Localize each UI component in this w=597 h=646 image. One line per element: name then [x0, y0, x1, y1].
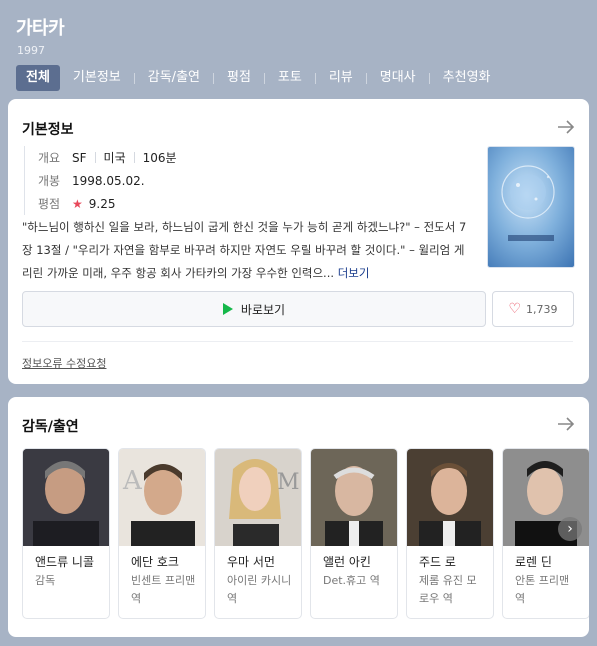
- person-name: 에단 호크: [131, 555, 179, 569]
- movie-poster[interactable]: [487, 146, 575, 268]
- tab-quotes[interactable]: 명대사: [380, 65, 416, 91]
- rating-row: 평점 ★ 9.25: [38, 192, 177, 215]
- tab-divider: [314, 72, 316, 84]
- tab-divider: [365, 72, 367, 84]
- cast-title: 감독/출연: [22, 419, 79, 435]
- tab-rating[interactable]: 평점: [227, 65, 251, 91]
- person-role: 안톤 프리맨 역: [515, 574, 570, 605]
- person-photo: [311, 449, 397, 546]
- watch-label: 바로보기: [240, 302, 286, 317]
- cast-item[interactable]: A 에단 호크 빈센트 프리맨 역: [118, 448, 206, 619]
- person-name: 앨런 아킨: [323, 555, 371, 569]
- person-photo: [23, 449, 109, 546]
- tab-basic-info[interactable]: 기본정보: [73, 65, 121, 91]
- description-text: "하느님이 행하신 일을 보라, 하느님이 굽게 한신 것을 누가 능히 곧게 …: [22, 220, 467, 280]
- card-divider: [22, 341, 573, 342]
- more-link[interactable]: 더보기: [338, 266, 370, 280]
- release-label: 개봉: [38, 174, 61, 188]
- person-role: Det.휴고 역: [323, 574, 380, 587]
- release-row: 개봉 1998.05.02.: [38, 169, 177, 192]
- cast-list: 앤드류 니콜 감독 A 에단 호크 빈센트 프리맨 역 M 우마 서먼 아이린 …: [22, 448, 589, 620]
- person-role: 아이린 카시니 역: [227, 574, 292, 605]
- release-date: 1998.05.02.: [72, 173, 145, 188]
- tab-review[interactable]: 리뷰: [329, 65, 353, 91]
- movie-header: 가타카 1997 전체 기본정보 감독/출연 평점 포토 리뷰 명대사 추천영화: [0, 0, 597, 96]
- cast-item[interactable]: M 우마 서먼 아이린 카시니 역: [214, 448, 302, 619]
- svg-text:A: A: [122, 466, 143, 496]
- person-name: 우마 서먼: [227, 555, 275, 569]
- tab-recommend[interactable]: 추천영화: [443, 65, 491, 91]
- person-name: 주드 로: [419, 555, 456, 569]
- person-role: 빈센트 프리맨 역: [131, 574, 196, 605]
- movie-title: 가타카: [16, 18, 65, 39]
- tab-divider: [263, 72, 265, 84]
- arrow-right-icon[interactable]: [557, 120, 575, 134]
- movie-description: "하느님이 행하신 일을 보라, 하느님이 굽게 한신 것을 누가 능히 곧게 …: [22, 216, 468, 285]
- cast-card: 감독/출연 앤드류 니콜 감독 A 에단 호크 빈센트 프리맨 역 M 우마 서…: [8, 397, 589, 637]
- person-photo: M: [215, 449, 301, 546]
- watch-button[interactable]: 바로보기: [22, 291, 486, 327]
- tab-photo[interactable]: 포토: [278, 65, 302, 91]
- person-role: 제롬 유진 모로우 역: [419, 574, 477, 605]
- person-role: 감독: [35, 574, 56, 587]
- tab-divider: [213, 72, 214, 84]
- rating-value: 9.25: [88, 196, 116, 211]
- heart-icon: ♡: [508, 301, 522, 317]
- value-divider: [94, 152, 96, 163]
- overview-label: 개요: [38, 151, 61, 165]
- country: 미국: [103, 151, 126, 165]
- movie-year: 1997: [17, 44, 45, 57]
- basic-info-title: 기본정보: [22, 122, 74, 138]
- person-name: 앤드류 니콜: [35, 555, 95, 569]
- like-count: 1,739: [526, 302, 558, 316]
- report-error-link[interactable]: 정보오류 수정요청: [22, 355, 106, 371]
- play-icon: [222, 303, 233, 315]
- tab-bar: 전체 기본정보 감독/출연 평점 포토 리뷰 명대사 추천영화: [16, 65, 491, 91]
- star-icon: ★: [72, 196, 83, 211]
- tab-all[interactable]: 전체: [16, 65, 60, 91]
- chevron-right-icon[interactable]: ›: [558, 517, 582, 541]
- cast-item[interactable]: 주드 로 제롬 유진 모로우 역: [406, 448, 494, 619]
- cast-item[interactable]: 앤드류 니콜 감독: [22, 448, 110, 619]
- tab-divider: [133, 72, 135, 84]
- basic-info-card: 기본정보 개요 SF 미국 106분 개봉 1998.05.02. 평점 ★ 9…: [8, 99, 589, 384]
- svg-text:M: M: [277, 470, 300, 495]
- runtime: 106분: [142, 151, 177, 165]
- person-name: 로렌 딘: [515, 555, 552, 569]
- tab-cast[interactable]: 감독/출연: [148, 65, 200, 91]
- like-button[interactable]: ♡ 1,739: [492, 291, 574, 327]
- arrow-right-icon[interactable]: [557, 417, 575, 431]
- cast-item[interactable]: 앨런 아킨 Det.휴고 역: [310, 448, 398, 619]
- tab-divider: [428, 72, 430, 84]
- genre: SF: [72, 150, 87, 165]
- rating-label: 평점: [38, 197, 61, 211]
- person-photo: [407, 449, 493, 546]
- person-photo: A: [119, 449, 205, 546]
- overview-row: 개요 SF 미국 106분: [38, 146, 177, 169]
- value-divider: [133, 152, 135, 163]
- info-rows: 개요 SF 미국 106분 개봉 1998.05.02. 평점 ★ 9.25: [24, 146, 177, 215]
